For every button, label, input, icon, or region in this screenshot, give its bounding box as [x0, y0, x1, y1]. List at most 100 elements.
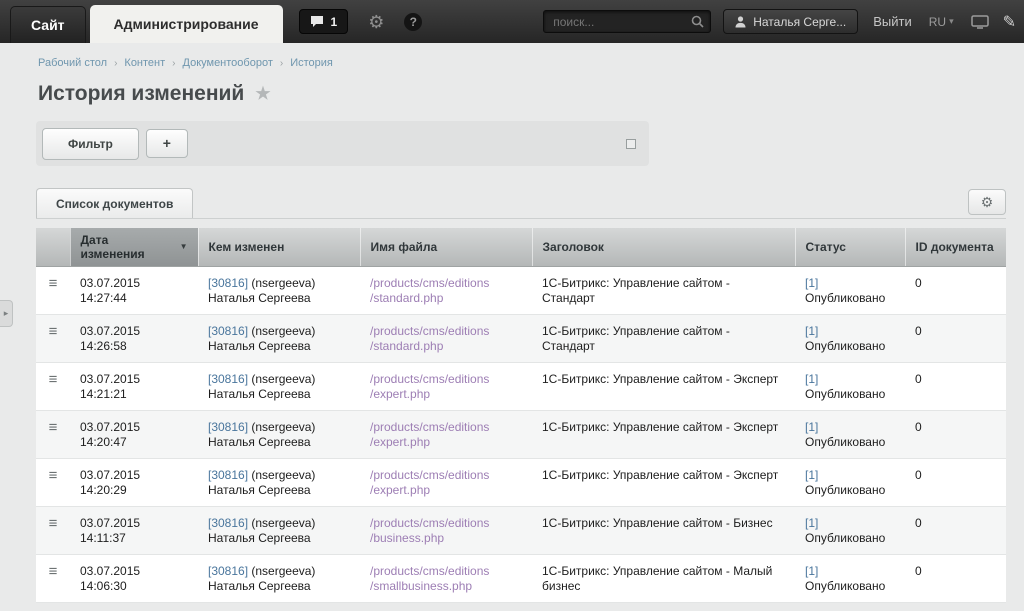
table-row[interactable]: ≡ 03.07.2015 14:26:58 [30816] (nsergeeva… — [36, 314, 1006, 362]
table-body: ≡ 03.07.2015 14:27:44 [30816] (nsergeeva… — [36, 266, 1006, 602]
user-id-link[interactable]: [30816] — [208, 564, 248, 578]
user-id-link[interactable]: [30816] — [208, 276, 248, 290]
date-value: 03.07.2015 — [80, 372, 188, 387]
status-id-link[interactable]: [1] — [805, 324, 818, 338]
status-id-link[interactable]: [1] — [805, 564, 818, 578]
table-row[interactable]: ≡ 03.07.2015 14:20:29 [30816] (nsergeeva… — [36, 458, 1006, 506]
tab-document-list[interactable]: Список документов — [36, 188, 193, 218]
document-title-cell: 1С-Битрикс: Управление сайтом - Стандарт — [532, 314, 795, 362]
file-path-link[interactable]: /products/cms/editions — [370, 564, 522, 579]
date-value: 03.07.2015 — [80, 276, 188, 291]
table-row[interactable]: ≡ 03.07.2015 14:20:47 [30816] (nsergeeva… — [36, 410, 1006, 458]
logout-link[interactable]: Выйти — [873, 14, 912, 29]
file-name-link[interactable]: /smallbusiness.php — [370, 579, 522, 594]
status-cell: [1] Опубликовано — [795, 266, 905, 314]
file-path-link[interactable]: /products/cms/editions — [370, 372, 522, 387]
status-id-link[interactable]: [1] — [805, 468, 818, 482]
file-name-link[interactable]: /expert.php — [370, 387, 522, 402]
column-header-date[interactable]: Дата изменения ▼ — [70, 228, 198, 266]
time-value: 14:20:29 — [80, 483, 188, 498]
modified-by-cell: [30816] (nsergeeva) Наталья Сергеева — [198, 458, 360, 506]
file-path-link[interactable]: /products/cms/editions — [370, 420, 522, 435]
column-header-filename[interactable]: Имя файла — [360, 228, 532, 266]
column-header-modified-by[interactable]: Кем изменен — [198, 228, 360, 266]
status-text: Опубликовано — [805, 579, 885, 593]
date-cell: 03.07.2015 14:27:44 — [70, 266, 198, 314]
column-header-status[interactable]: Статус — [795, 228, 905, 266]
file-name-link[interactable]: /expert.php — [370, 483, 522, 498]
column-header-title[interactable]: Заголовок — [532, 228, 795, 266]
row-menu-icon[interactable]: ≡ — [49, 467, 58, 484]
breadcrumb-item[interactable]: Документооборот — [183, 57, 273, 69]
row-menu-icon[interactable]: ≡ — [49, 371, 58, 388]
edit-pencil-icon[interactable]: ✎ — [1003, 12, 1016, 32]
file-name-link[interactable]: /standard.php — [370, 339, 522, 354]
status-id-link[interactable]: [1] — [805, 372, 818, 386]
favorite-star-icon[interactable]: ★ — [255, 84, 270, 104]
breadcrumb-item[interactable]: Контент — [124, 57, 165, 69]
sort-desc-icon: ▼ — [180, 242, 188, 251]
status-id-link[interactable]: [1] — [805, 420, 818, 434]
status-cell: [1] Опубликовано — [795, 458, 905, 506]
date-cell: 03.07.2015 14:20:47 — [70, 410, 198, 458]
user-id-link[interactable]: [30816] — [208, 468, 248, 482]
table-row[interactable]: ≡ 03.07.2015 14:11:37 [30816] (nsergeeva… — [36, 506, 1006, 554]
row-menu-icon[interactable]: ≡ — [49, 563, 58, 580]
status-text: Опубликовано — [805, 483, 885, 497]
row-menu-icon[interactable]: ≡ — [49, 515, 58, 532]
time-value: 14:27:44 — [80, 291, 188, 306]
settings-gear-icon[interactable]: ⚙ — [368, 13, 384, 31]
user-id-link[interactable]: [30816] — [208, 324, 248, 338]
user-login: (nsergeeva) — [251, 468, 315, 482]
column-header-doc-id[interactable]: ID документа — [905, 228, 1006, 266]
breadcrumb-item[interactable]: Рабочий стол — [38, 57, 107, 69]
sidebar-expander[interactable]: ▸ — [0, 300, 13, 327]
notifications-button[interactable]: 1 — [299, 9, 349, 34]
search-input[interactable] — [543, 10, 711, 33]
user-fullname: Наталья Сергеева — [208, 579, 350, 594]
grid-settings-button[interactable]: ⚙ — [968, 189, 1006, 215]
breadcrumb-item[interactable]: История — [290, 57, 333, 69]
user-name: Наталья Серге... — [753, 15, 846, 29]
status-id-link[interactable]: [1] — [805, 276, 818, 290]
time-value: 14:26:58 — [80, 339, 188, 354]
status-cell: [1] Опубликовано — [795, 554, 905, 602]
file-path-link[interactable]: /products/cms/editions — [370, 468, 522, 483]
monitor-icon[interactable] — [971, 15, 989, 29]
file-name-link[interactable]: /business.php — [370, 531, 522, 546]
modified-by-cell: [30816] (nsergeeva) Наталья Сергеева — [198, 410, 360, 458]
tab-site[interactable]: Сайт — [10, 6, 86, 43]
status-id-link[interactable]: [1] — [805, 516, 818, 530]
file-path-link[interactable]: /products/cms/editions — [370, 516, 522, 531]
date-value: 03.07.2015 — [80, 564, 188, 579]
document-title-cell: 1С-Битрикс: Управление сайтом - Малый би… — [532, 554, 795, 602]
user-login: (nsergeeva) — [251, 564, 315, 578]
file-path-link[interactable]: /products/cms/editions — [370, 276, 522, 291]
file-path-link[interactable]: /products/cms/editions — [370, 324, 522, 339]
user-id-link[interactable]: [30816] — [208, 516, 248, 530]
breadcrumb-separator: › — [114, 58, 117, 69]
file-name-link[interactable]: /standard.php — [370, 291, 522, 306]
modified-by-cell: [30816] (nsergeeva) Наталья Сергеева — [198, 506, 360, 554]
help-icon[interactable]: ? — [404, 13, 422, 31]
search-icon[interactable] — [691, 15, 704, 28]
tab-administration[interactable]: Администрирование — [90, 5, 283, 43]
user-id-link[interactable]: [30816] — [208, 420, 248, 434]
table-row[interactable]: ≡ 03.07.2015 14:27:44 [30816] (nsergeeva… — [36, 266, 1006, 314]
file-name-link[interactable]: /expert.php — [370, 435, 522, 450]
modified-by-cell: [30816] (nsergeeva) Наталья Сергеева — [198, 362, 360, 410]
user-button[interactable]: Наталья Серге... — [723, 9, 858, 34]
filter-button[interactable]: Фильтр — [42, 128, 139, 160]
row-menu-icon[interactable]: ≡ — [49, 419, 58, 436]
user-fullname: Наталья Сергеева — [208, 483, 350, 498]
table-row[interactable]: ≡ 03.07.2015 14:21:21 [30816] (nsergeeva… — [36, 362, 1006, 410]
add-filter-field-button[interactable]: + — [146, 129, 188, 158]
filter-expand-icon[interactable] — [626, 139, 636, 149]
row-menu-icon[interactable]: ≡ — [49, 275, 58, 292]
user-id-link[interactable]: [30816] — [208, 372, 248, 386]
language-selector[interactable]: RU ▾ — [929, 15, 954, 29]
row-menu-icon[interactable]: ≡ — [49, 323, 58, 340]
table-row[interactable]: ≡ 03.07.2015 14:06:30 [30816] (nsergeeva… — [36, 554, 1006, 602]
page-title-text: История изменений — [38, 82, 244, 106]
chat-bubble-icon — [310, 15, 324, 28]
